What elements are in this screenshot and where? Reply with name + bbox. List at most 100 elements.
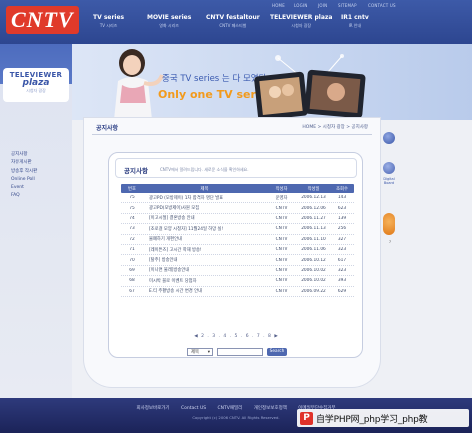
cell-date: 2006.11.06 (301, 247, 326, 253)
digital-board-icon[interactable] (383, 162, 395, 174)
cell-number: 71 (129, 247, 135, 253)
breadcrumb: HOME > 시청자 광장 > 공지사항 (302, 125, 368, 130)
watermark: P 自学PHP网_php学习_php教 (297, 409, 469, 427)
cntv-logo[interactable]: CNTV (6, 6, 79, 34)
util-link-contact[interactable]: CONTACT US (368, 3, 396, 8)
table-row[interactable]: 74 [이고시절] 결혼방송 안내 CNTV 2006.11.27 139 (121, 214, 354, 225)
pagination[interactable]: ◀ 2 . 3 . 4 . 5 . 6 . 7 . 8 ▶ (109, 334, 364, 339)
notice-board: 공지사항 CNTV에서 알려드립니다. 새로운 소식을 확인하세요. 번호 제목… (108, 152, 363, 358)
table-row[interactable]: 68 미시박 블로 이벤트 당첨자 CNTV 2006.10.02 393 (121, 276, 354, 287)
cell-title[interactable]: [이고시절] 결혼방송 안내 (143, 215, 266, 221)
nav-sublabel: 시청자 광장 (291, 23, 312, 28)
cell-title[interactable]: [이나면 불래]방송안내 (143, 267, 266, 273)
cell-author: 운영자 (275, 195, 288, 201)
cell-views: 629 (337, 288, 347, 294)
nav-sublabel: CNTV 페스티벌 (219, 23, 247, 28)
footer-link-family[interactable]: CNTV패밀리 (218, 406, 243, 411)
footer-link-privacy[interactable]: 개인정보보호정책 (254, 406, 287, 411)
cell-date: 2006.10.12 (301, 257, 326, 263)
util-link-join[interactable]: JOIN (318, 3, 327, 8)
cell-title[interactable]: [조로걸 모양 시청자] 11월24일 하망 실! (143, 226, 266, 232)
cell-number: 69 (129, 267, 135, 273)
table-row[interactable]: 75 광고PD (모방제이) 1차 합격자 명단 발표 운영자 2006.12.13 1… (121, 193, 354, 204)
page-title: 공지사항 (96, 125, 119, 132)
table-row[interactable]: 75 광고PD(모방제이)사원 모집 CNTV 2006.12.06 623 (121, 203, 354, 214)
footer-link-company[interactable]: 회사정보바로가기 (136, 406, 169, 411)
cell-author: CNTV (275, 288, 288, 294)
cell-date: 2006.10.02 (301, 278, 326, 284)
top-header: CNTV HOME LOGIN JOIN SITEMAP CONTACT US … (0, 0, 472, 44)
table-row[interactable]: 72 물폐하기 개편안내 CNTV 2006.11.10 327 (121, 235, 354, 245)
cell-views: 623 (337, 205, 347, 211)
nav-sublabel: IR 안내 (348, 23, 362, 28)
nav-movie-series[interactable]: MOVIE series 영화 시리즈 (147, 14, 191, 29)
util-link-login[interactable]: LOGIN (294, 3, 308, 8)
cell-views: 323 (337, 267, 347, 273)
table-header: 번호 제목 작성자 작성일 조회수 (121, 184, 354, 193)
nav-label: TELEVIEWER plaza (270, 14, 333, 21)
nav-label: MOVIE series (147, 14, 192, 21)
nav-sublabel: 영화 시리즈 (159, 23, 179, 28)
cell-views: 143 (337, 195, 347, 201)
nav-tv-series[interactable]: TV series TV 시리즈 (93, 14, 124, 29)
footer-link-contact[interactable]: Contact US (181, 406, 206, 411)
left-sidebar: TELEVIEWER plaza 시청자 광장 공지사항 자유게시판 방송후 작… (0, 44, 72, 399)
scroll-up-icon[interactable] (383, 132, 395, 144)
search-field-select[interactable]: 제목 (187, 348, 213, 356)
sidebar-item-faq[interactable]: FAQ (11, 192, 37, 200)
cell-author: CNTV (275, 267, 288, 273)
cell-title[interactable]: 광고PD (모방제이) 1차 합격자 명단 발표 (143, 195, 266, 201)
nav-ir-cntv[interactable]: IR1 cntv IR 안내 (341, 14, 369, 29)
cell-number: 73 (129, 226, 135, 232)
sidebar-menu: 공지사항 자유게시판 방송후 작시판 Online Poll Event FAQ (11, 151, 37, 201)
nav-label: IR1 cntv (341, 14, 369, 21)
col-header-title: 제목 (200, 186, 209, 192)
televiewer-plaza-logo: TELEVIEWER plaza 시청자 광장 (3, 68, 69, 102)
util-link-home[interactable]: HOME (272, 3, 285, 8)
sidebar-item-event[interactable]: Event (11, 184, 37, 192)
sidebar-item-review-board[interactable]: 방송후 작시판 (11, 168, 37, 176)
cell-title[interactable]: 물폐하기 개편안내 (143, 236, 266, 242)
watermark-logo-icon: P (300, 411, 313, 425)
sidebar-item-free-board[interactable]: 자유게시판 (11, 159, 37, 167)
col-header-date: 작성일 (307, 186, 320, 192)
table-row[interactable]: 73 [조로걸 모양 시청자] 11월24일 하망 실! CNTV 2006.11.1… (121, 224, 354, 235)
table-row[interactable]: 67 E.티 주황방송 시간 변경 안내 CNTV 2006.09.22 629 (121, 287, 354, 297)
table-row[interactable]: 69 [이나면 불래]방송안내 CNTV 2006.10.02 323 (121, 266, 354, 277)
board-description: CNTV에서 알려드립니다. 새로운 소식을 확인하세요. (160, 167, 249, 172)
nav-cntv-festaltour[interactable]: CNTV festaltour CNTV 페스티벌 (206, 14, 260, 29)
cell-number: 75 (129, 205, 135, 211)
cell-views: 327 (337, 236, 347, 242)
util-link-sitemap[interactable]: SITEMAP (338, 3, 357, 8)
col-header-views: 조회수 (336, 186, 348, 192)
cell-date: 2006.10.02 (301, 267, 326, 273)
woman-figure-image (114, 49, 164, 120)
cell-title[interactable]: [레이튼즈] 고시간 학재 방송! (143, 247, 266, 253)
cell-author: CNTV (275, 236, 288, 242)
sidebar-logo-mid: plaza (22, 78, 50, 88)
table-row[interactable]: 71 [레이튼즈] 고시간 학재 방송! CNTV 2006.11.06 323 (121, 245, 354, 256)
table-row[interactable]: 70 [탈주] 방송안내 CNTV 2006.10.12 617 (121, 255, 354, 266)
search-input[interactable] (217, 348, 263, 356)
tv-screens-graphic (254, 54, 366, 120)
cell-views: 139 (337, 215, 347, 221)
cell-views: 617 (337, 257, 347, 263)
digital-board-label: Digital Board (383, 177, 395, 185)
cell-title[interactable]: 미시박 블로 이벤트 당첨자 (143, 278, 266, 284)
cell-date: 2006.11.10 (301, 236, 326, 242)
cell-title[interactable]: 광고PD(모방제이)사원 모집 (143, 205, 266, 211)
cell-author: CNTV (275, 215, 288, 221)
cell-date: 2006.11.27 (301, 215, 326, 221)
sidebar-item-online-poll[interactable]: Online Poll (11, 176, 37, 184)
cell-number: 70 (129, 257, 135, 263)
search-button[interactable]: Search (267, 348, 287, 356)
nav-televiewer-plaza[interactable]: TELEVIEWER plaza 시청자 광장 (270, 14, 332, 29)
remote-control-icon[interactable] (383, 213, 395, 235)
cell-number: 74 (129, 215, 135, 221)
cell-title[interactable]: [탈주] 방송안내 (143, 257, 266, 263)
cell-title[interactable]: E.티 주황방송 시간 변경 안내 (143, 288, 266, 294)
board-header: 공지사항 CNTV에서 알려드립니다. 새로운 소식을 확인하세요. (115, 158, 357, 178)
sidebar-item-notice[interactable]: 공지사항 (11, 151, 37, 159)
col-header-author: 작성자 (275, 186, 288, 192)
table-body: 75 광고PD (모방제이) 1차 합격자 명단 발표 운영자 2006.12.13 1… (121, 193, 354, 297)
